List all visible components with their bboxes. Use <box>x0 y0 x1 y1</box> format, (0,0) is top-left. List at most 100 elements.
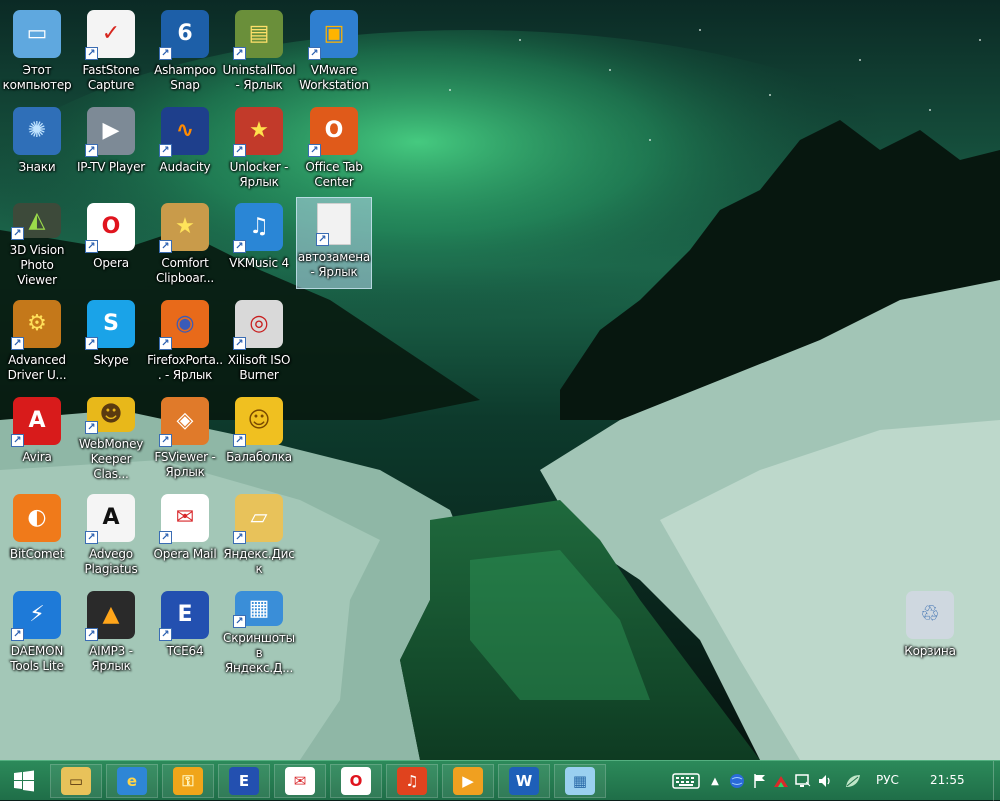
advego-plagiatus-app-icon: A ↗ <box>85 494 135 544</box>
desktop-icon-skype[interactable]: S ↗ Skype <box>74 295 148 385</box>
desktop-icon-яндекс-диск[interactable]: ▱ ↗ Яндекс.Диск <box>222 489 296 579</box>
shortcut-arrow-icon: ↗ <box>159 628 172 641</box>
desktop-icon-vmware-workstation[interactable]: ▣ ↗ VMware Workstation <box>297 5 371 95</box>
desktop-icon-tce64[interactable]: E ↗ TCE64 <box>148 586 222 676</box>
taskbar-button-opera-mail[interactable]: ✉ <box>274 764 326 798</box>
icon-glyph: ◭ <box>28 207 46 233</box>
desktop-icon-знаки[interactable]: ✺ Знаки <box>0 102 74 192</box>
taskbar: ▭ e ⚿ E ✉ O ♫ ▶ W ▦ ▲ РУС 21:55 <box>0 760 1000 801</box>
desktop-icon-ip-tv-player[interactable]: ▶ ↗ IP-TV Player <box>74 102 148 192</box>
балаболка-app-icon: ☺ ↗ <box>233 397 283 447</box>
desktop-icon-балаболка[interactable]: ☺ ↗ Балаболка <box>222 392 296 482</box>
shortcut-arrow-icon: ↗ <box>233 615 246 628</box>
taskbar-button-screen-app[interactable]: ▦ <box>554 764 606 798</box>
desktop-icon-этот-компьютер[interactable]: ▭ Этот компьютер <box>0 5 74 95</box>
desktop-icon-daemon-tools-lite[interactable]: ⚡ ↗ DAEMON Tools Lite <box>0 586 74 676</box>
desktop-icon-ashampoo-snap[interactable]: 6 ↗ Ashampoo Snap <box>148 5 222 95</box>
desktop-icon-firefoxporta-ярлык[interactable]: ◉ ↗ FirefoxPorta... - Ярлык <box>147 295 223 385</box>
taskbar-button-video-app[interactable]: ▶ <box>442 764 494 798</box>
desktop-icon-автозамена-ярлык[interactable]: ↗ автозамена - Ярлык <box>296 197 372 289</box>
ip-tv-player-app-icon: ▶ ↗ <box>85 107 135 157</box>
icon-glyph: ▣ <box>323 21 345 46</box>
avira-app-icon: A ↗ <box>11 397 61 447</box>
icon-glyph: ✉ <box>175 505 195 530</box>
desktop-icon-label: Скриншоты в Яндекс.Д... <box>223 631 295 675</box>
icon-glyph: A <box>102 505 120 530</box>
3d-vision-photo-viewer-app-icon: ◭ ↗ <box>11 203 61 240</box>
action-center-flag-icon[interactable] <box>752 771 768 791</box>
desktop-icon-label: FSViewer - Ярлык <box>154 450 216 479</box>
icon-glyph: E <box>177 602 193 627</box>
desktop-icon-label: FirefoxPorta... - Ярлык <box>147 353 223 382</box>
desktop-icon-audacity[interactable]: ∿ ↗ Audacity <box>148 102 222 192</box>
icon-glyph: ◐ <box>27 505 47 530</box>
touch-keyboard-icon[interactable] <box>670 771 702 791</box>
desktop-icon-faststone-capture[interactable]: ✓ ↗ FastStone Capture <box>74 5 148 95</box>
desktop-icon-avira[interactable]: A ↗ Avira <box>0 392 74 482</box>
network-monitor-icon[interactable] <box>794 771 812 791</box>
desktop-icon-скриншоты-в-яндекс-д[interactable]: ▦ ↗ Скриншоты в Яндекс.Д... <box>222 586 296 676</box>
volume-speaker-icon[interactable] <box>816 771 834 791</box>
taskbar-button-opera[interactable]: O <box>330 764 382 798</box>
desktop-icon-advego-plagiatus[interactable]: A ↗ Advego Plagiatus <box>74 489 148 579</box>
desktop-icon-opera-mail[interactable]: ✉ ↗ Opera Mail <box>148 489 222 579</box>
desktop-icon-uninstalltool-ярлык[interactable]: ▤ ↗ UninstallTool - Ярлык <box>222 5 296 95</box>
shortcut-arrow-icon: ↗ <box>233 531 246 544</box>
word-icon: W <box>509 767 539 795</box>
ashampoo-snap-app-icon: 6 ↗ <box>159 10 209 60</box>
icon-glyph: A <box>28 408 46 433</box>
desktop-icon-label: Skype <box>93 353 129 367</box>
desktop: ▭ Этот компьютер ✓ ↗ FastStone Capture 6 ↗ Asha… <box>0 0 1000 760</box>
start-button[interactable] <box>0 764 48 798</box>
icon-glyph: ▭ <box>26 21 48 46</box>
opera-mail-icon: ✉ <box>285 767 315 795</box>
app-tray-leaf-icon[interactable] <box>842 771 864 791</box>
desktop-icon-3d-vision-photo-viewer[interactable]: ◭ ↗ 3D Vision Photo Viewer <box>0 198 74 288</box>
input-language-indicator[interactable]: РУС <box>876 773 899 787</box>
desktop-icon-opera[interactable]: O ↗ Opera <box>74 198 148 288</box>
shortcut-arrow-icon: ↗ <box>159 144 172 157</box>
desktop-icon-unlocker-ярлык[interactable]: ★ ↗ Unlocker - Ярлык <box>222 102 296 192</box>
show-hidden-icons-chevron-icon[interactable]: ▲ <box>708 771 722 791</box>
shortcut-arrow-icon: ↗ <box>316 233 329 246</box>
taskbar-button-word[interactable]: W <box>498 764 550 798</box>
desktop-icon-label: Балаболка <box>226 450 292 464</box>
icon-glyph: ✺ <box>27 118 47 143</box>
desktop-icon-корзина[interactable]: ♲ Корзина <box>893 586 967 676</box>
app-tray-arrow-icon[interactable] <box>772 771 790 791</box>
taskbar-button-file-explorer[interactable]: ▭ <box>50 764 102 798</box>
taskbar-button-tce64[interactable]: E <box>218 764 270 798</box>
desktop-icon-bitcomet[interactable]: ◐ BitComet <box>0 489 74 579</box>
desktop-icon-advanced-driver-u[interactable]: ⚙ ↗ Advanced Driver U... <box>0 295 74 385</box>
taskbar-button-keys-app[interactable]: ⚿ <box>162 764 214 798</box>
icon-glyph: ⚡ <box>29 602 45 627</box>
icon-glyph: ▲ <box>102 602 120 627</box>
uninstalltool-ярлык-app-icon: ▤ ↗ <box>233 10 283 60</box>
desktop-icon-comfort-clipboar[interactable]: ★ ↗ Comfort Clipboar... <box>148 198 222 288</box>
desktop-icon-fsviewer-ярлык[interactable]: ◈ ↗ FSViewer - Ярлык <box>148 392 222 482</box>
desktop-icon-xilisoft-iso-burner[interactable]: ◎ ↗ Xilisoft ISO Burner <box>222 295 296 385</box>
shortcut-arrow-icon: ↗ <box>11 337 24 350</box>
desktop-icon-aimp3-ярлык[interactable]: ▲ ↗ AIMP3 - Ярлык <box>74 586 148 676</box>
desktop-icon-office-tab-center[interactable]: O ↗ Office Tab Center <box>297 102 371 192</box>
icon-glyph: ◎ <box>249 311 269 336</box>
shortcut-arrow-icon: ↗ <box>85 47 98 60</box>
icon-glyph: ★ <box>249 118 269 143</box>
desktop-icon-label: Unlocker - Ярлык <box>229 160 289 189</box>
xilisoft-iso-burner-app-icon: ◎ ↗ <box>233 300 283 350</box>
icon-glyph: ☺ <box>247 408 271 433</box>
taskbar-button-internet-explorer[interactable]: e <box>106 764 158 798</box>
music-app-icon: ♫ <box>397 767 427 795</box>
taskbar-button-music-app[interactable]: ♫ <box>386 764 438 798</box>
desktop-icon-label: Audacity <box>159 160 211 174</box>
desktop-icon-vkmusic-4[interactable]: ♫ ↗ VKMusic 4 <box>222 198 296 288</box>
desktop-icon-label: DAEMON Tools Lite <box>10 644 64 673</box>
desktop-icon-webmoney-keeper-clas[interactable]: ☻ ↗ WebMoney Keeper Clas... <box>74 392 148 482</box>
desktop-icon-label: FastStone Capture <box>82 63 140 92</box>
show-desktop-button[interactable] <box>993 761 1000 801</box>
bitcomet-app-icon: ◐ <box>13 494 61 542</box>
desktop-icon-label: Office Tab Center <box>305 160 363 189</box>
keys-app-icon: ⚿ <box>173 767 203 795</box>
network-globe-icon[interactable] <box>728 771 746 791</box>
taskbar-clock[interactable]: 21:55 <box>930 773 965 787</box>
